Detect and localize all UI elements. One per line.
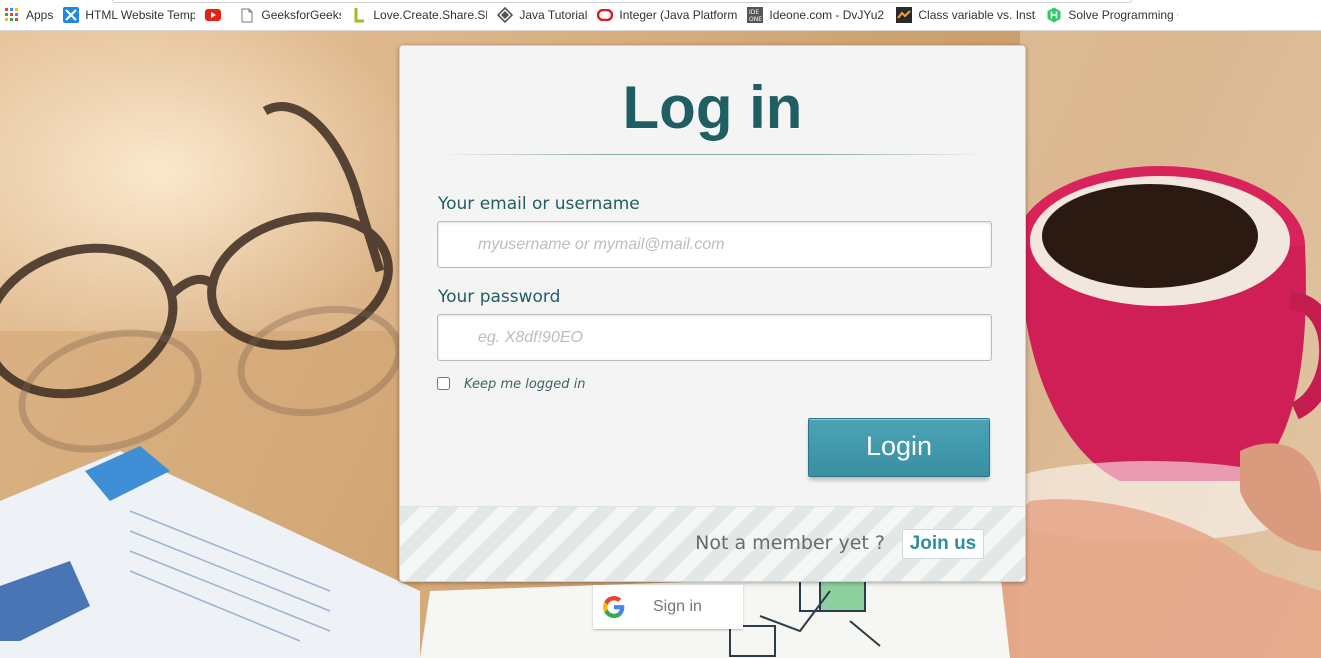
svg-text:ONE: ONE (749, 16, 762, 23)
java-tutorial-icon (497, 7, 514, 23)
bookmarks-bar: Apps HTML Website Templa GeeksforGeeks L… (0, 0, 1321, 31)
title-divider (440, 154, 986, 155)
password-field[interactable] (437, 314, 992, 361)
svg-text:IDE: IDE (749, 9, 759, 16)
ideone-icon: IDE ONE (747, 7, 764, 23)
join-us-button[interactable]: Join us (902, 529, 984, 559)
bookmark-label: Apps (26, 8, 54, 22)
bookmark-integer-java[interactable]: Integer (Java Platform (593, 0, 743, 30)
bookmark-label: Love.Create.Share.Sho (373, 8, 488, 22)
omnibox-edge (112, 0, 1132, 3)
bookmark-label: Ideone.com - DvJYu2 (769, 8, 885, 22)
document-icon (239, 7, 255, 23)
password-label: Your password (438, 287, 561, 307)
bookmark-solve-programming[interactable]: Solve Programming C (1042, 0, 1184, 30)
login-button[interactable]: Login (808, 418, 990, 477)
apps-grid-icon (4, 7, 20, 23)
bookmark-apps[interactable]: Apps (0, 0, 59, 30)
class-variable-icon (896, 7, 913, 23)
bookmark-ideone[interactable]: IDE ONE Ideone.com - DvJYu2 (743, 0, 892, 30)
signup-footer: Not a member yet ? Join us (400, 506, 1025, 581)
google-signin-button[interactable]: Sign in (593, 585, 743, 629)
oracle-icon (597, 7, 614, 23)
bookmark-class-variable[interactable]: Class variable vs. Insta (892, 0, 1042, 30)
love-create-share-icon (351, 7, 367, 23)
bookmark-label: Java Tutorial (519, 8, 588, 22)
remember-me-row: Keep me logged in (437, 374, 586, 392)
bookmark-label: Class variable vs. Insta (918, 8, 1037, 22)
google-g-icon (603, 596, 625, 618)
email-field[interactable] (437, 221, 992, 268)
bookmark-youtube[interactable] (201, 0, 235, 30)
bookmark-label: HTML Website Templa (85, 8, 196, 22)
page-title: Log in (622, 74, 803, 141)
bookmark-label: Integer (Java Platform (619, 8, 738, 22)
bookmark-java-tutorial[interactable]: Java Tutorial (493, 0, 593, 30)
bookmark-label: GeeksforGeeks (261, 8, 342, 22)
bookmark-love-create-share[interactable]: Love.Create.Share.Sho (347, 0, 493, 30)
email-label: Your email or username (438, 194, 640, 214)
bookmark-label: Solve Programming C (1068, 8, 1179, 22)
login-panel: Log in Your email or username Your passw… (399, 45, 1026, 582)
hackerrank-icon (1046, 7, 1062, 23)
bookmark-geeksforgeeks[interactable]: GeeksforGeeks (235, 0, 347, 30)
not-member-text: Not a member yet ? (695, 532, 885, 554)
html-templates-icon (63, 7, 80, 23)
google-signin-label: Sign in (653, 598, 702, 615)
remember-me-checkbox[interactable] (437, 376, 450, 390)
remember-me-label[interactable]: Keep me logged in (464, 377, 586, 392)
bookmark-html-templates[interactable]: HTML Website Templa (59, 0, 201, 30)
youtube-icon (205, 7, 222, 23)
